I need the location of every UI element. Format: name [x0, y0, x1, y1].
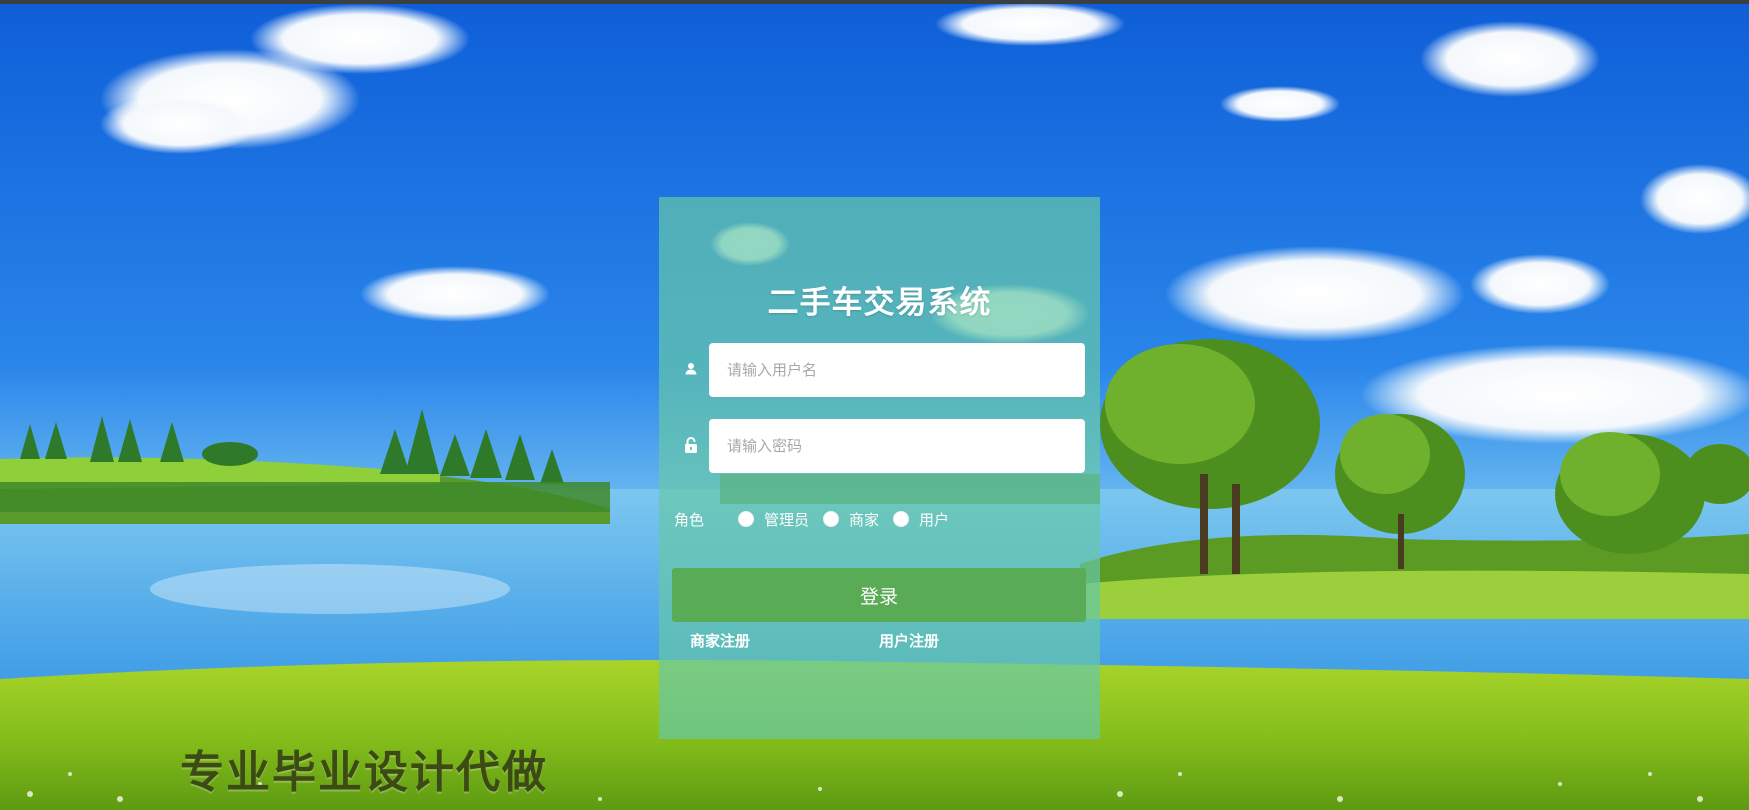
merchant-register-link[interactable]: 商家注册 — [690, 630, 750, 651]
role-option-merchant[interactable]: 商家 — [823, 509, 879, 530]
user-register-link[interactable]: 用户注册 — [879, 630, 939, 651]
password-input[interactable] — [709, 419, 1085, 473]
role-option-label: 商家 — [849, 510, 880, 529]
radio-button[interactable] — [738, 511, 755, 527]
radio-button[interactable] — [823, 511, 840, 527]
role-option-user[interactable]: 用户 — [893, 509, 949, 530]
role-selector: 角色 管理员 商家 用户 — [674, 507, 1084, 531]
login-panel: 二手车交易系统 角色 管理员 商家 用户 登录 商家注册 用户注册 — [659, 197, 1100, 739]
system-title: 二手车交易系统 — [767, 285, 992, 321]
role-label: 角色 — [674, 510, 705, 529]
watermark-text: 专业毕业设计代做 — [180, 747, 548, 798]
role-option-label: 用户 — [919, 510, 950, 529]
user-icon — [683, 359, 699, 377]
username-input[interactable] — [709, 343, 1085, 397]
role-option-admin[interactable]: 管理员 — [738, 509, 809, 530]
role-option-label: 管理员 — [764, 510, 810, 529]
lock-icon — [683, 436, 699, 454]
radio-button[interactable] — [893, 511, 910, 527]
login-button[interactable]: 登录 — [672, 568, 1086, 622]
